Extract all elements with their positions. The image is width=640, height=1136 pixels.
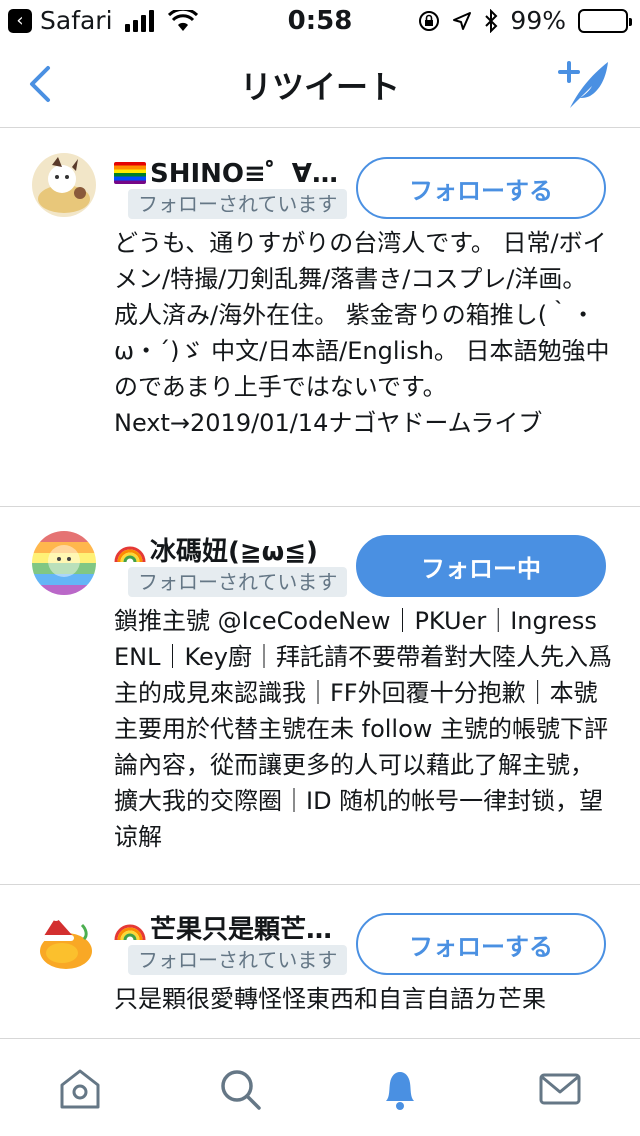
avatar-image	[32, 909, 96, 973]
avatar[interactable]	[32, 153, 96, 217]
battery-icon	[578, 8, 632, 33]
status-bar-right: 99%	[418, 6, 632, 35]
following-button[interactable]: フォロー中	[356, 535, 606, 597]
navigation-bar: リツイート	[0, 40, 640, 128]
list-item[interactable]: SHINO≡゜∀゜… フォローされています フォローする どうも、通りすがりの台…	[0, 129, 640, 507]
follow-button[interactable]: フォローする	[356, 157, 606, 219]
location-icon	[453, 11, 472, 30]
search-icon[interactable]	[216, 1065, 264, 1113]
avatar[interactable]	[32, 909, 96, 973]
messages-icon[interactable]	[536, 1065, 584, 1113]
status-bar: ‹ Safari 0:58 99%	[0, 0, 640, 40]
user-name-text: 冰碼妞(≧ω≦)	[150, 537, 318, 567]
user-display-name[interactable]: 冰碼妞(≧ω≦)	[114, 531, 344, 568]
battery-percent: 99%	[510, 6, 566, 35]
avatar-image	[32, 531, 96, 595]
retweeters-list: SHINO≡゜∀゜… フォローされています フォローする どうも、通りすがりの台…	[0, 129, 640, 1045]
rainbow-icon	[114, 924, 146, 941]
follows-you-badge: フォローされています	[128, 189, 348, 219]
bluetooth-icon	[485, 8, 498, 33]
list-item[interactable]: 芒果只是顆芒… フォローされています フォローする 只是顆很愛轉怪怪東西和自言自…	[0, 885, 640, 1045]
user-bio: どうも、通りすがりの台湾人です。 日常/ボイメン/特撮/刀剣乱舞/落書き/コスプ…	[114, 229, 610, 437]
notifications-icon[interactable]	[376, 1065, 424, 1113]
user-bio: 鎖推主號 @IceCodeNew｜PKUer｜Ingress ENL｜Key廚｜…	[114, 607, 612, 851]
orientation-lock-icon	[419, 10, 440, 31]
follows-you-badge: フォローされています	[128, 945, 348, 975]
follows-you-badge: フォローされています	[128, 567, 348, 597]
follow-button[interactable]: フォローする	[356, 913, 606, 975]
list-item[interactable]: 冰碼妞(≧ω≦) フォローされています フォロー中 鎖推主號 @IceCodeN…	[0, 507, 640, 885]
rainbow-icon	[114, 546, 146, 563]
user-bio: 只是顆很愛轉怪怪東西和自言自語ㄉ芒果	[114, 985, 546, 1013]
page-title: リツイート	[239, 68, 400, 106]
user-display-name[interactable]: SHINO≡゜∀゜…	[114, 153, 344, 190]
user-display-name[interactable]: 芒果只是顆芒…	[114, 909, 344, 946]
rainbow-flag-icon	[114, 162, 146, 184]
user-name-text: SHINO≡゜∀゜…	[150, 159, 344, 189]
user-name-text: 芒果只是顆芒…	[150, 915, 333, 945]
tab-bar	[0, 1038, 640, 1136]
avatar-image	[32, 153, 96, 217]
home-icon[interactable]	[56, 1065, 104, 1113]
avatar[interactable]	[32, 531, 96, 595]
compose-tweet-icon[interactable]	[556, 56, 612, 112]
